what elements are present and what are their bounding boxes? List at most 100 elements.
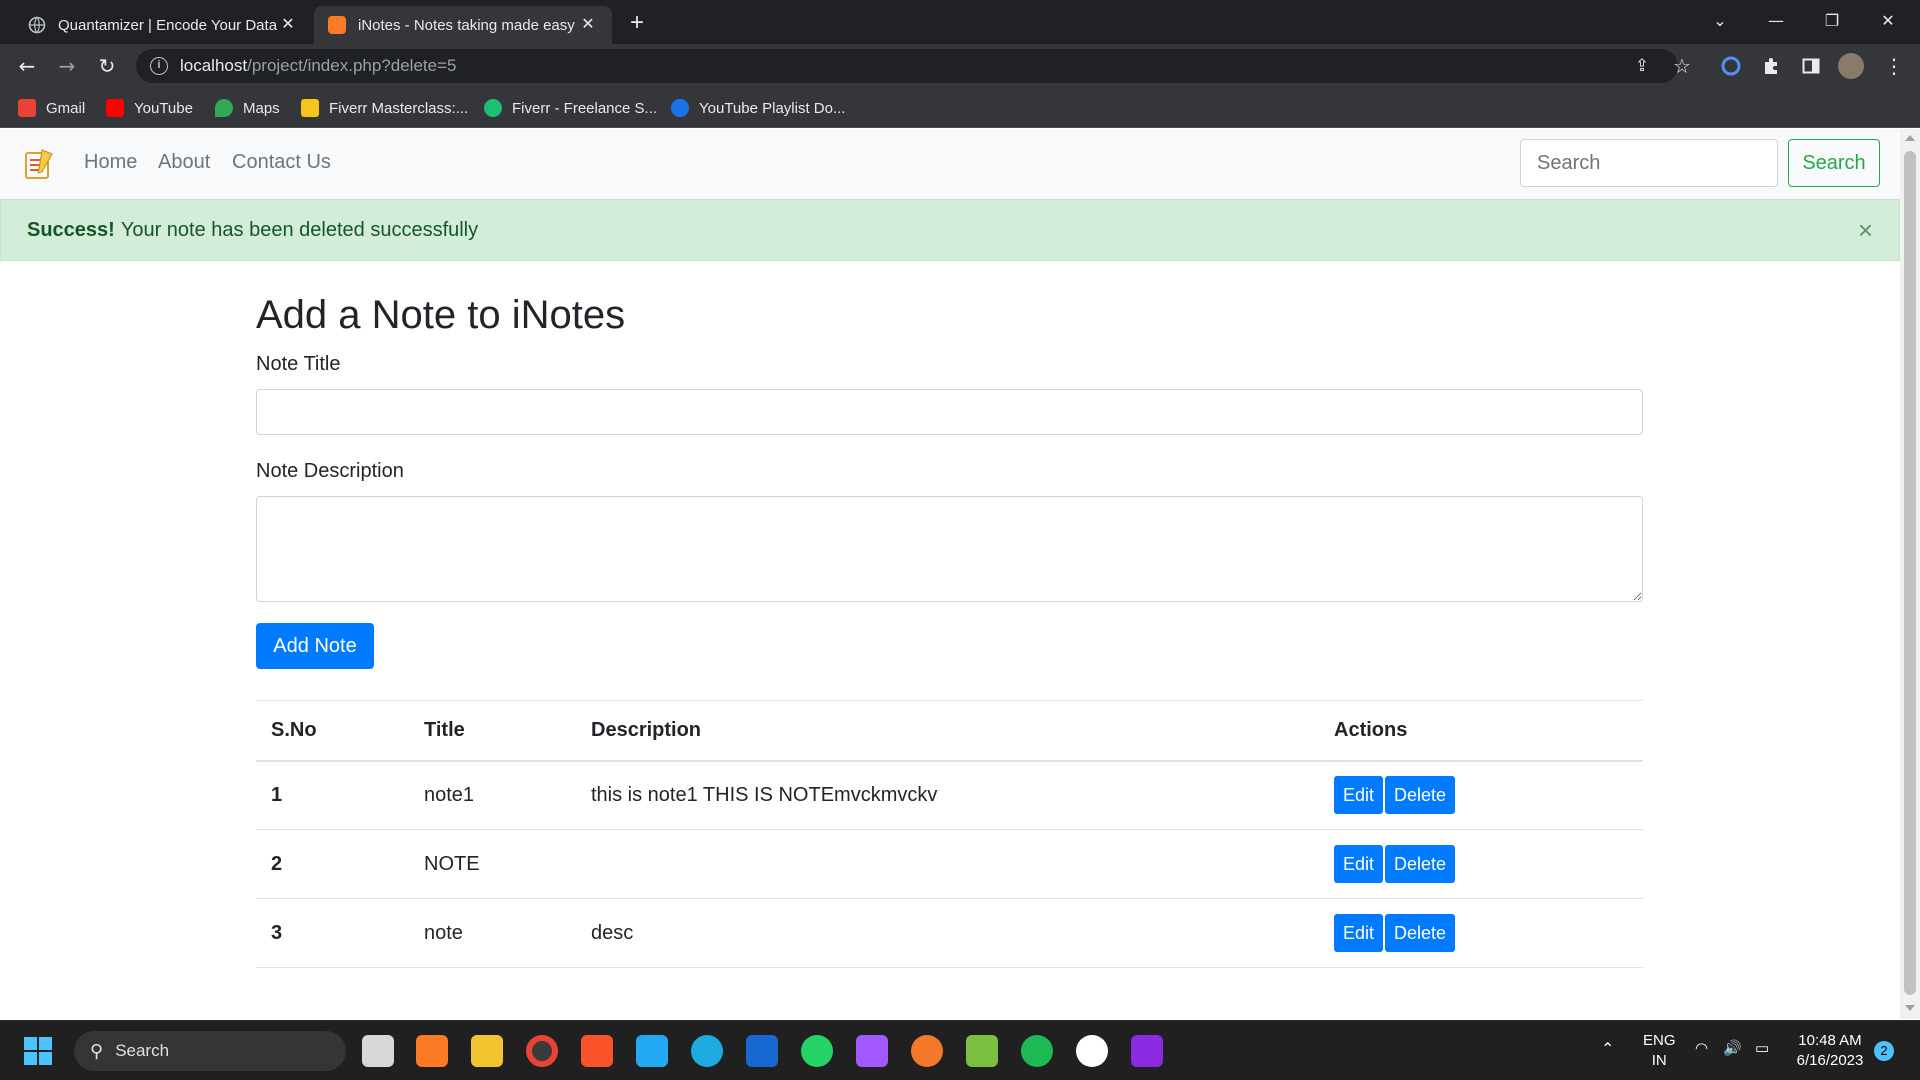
delete-button[interactable]: Delete: [1385, 914, 1456, 952]
close-icon[interactable]: ×: [1858, 216, 1873, 244]
alert-strong: Success!: [27, 218, 115, 241]
bookmark-youtube[interactable]: YouTube: [106, 96, 193, 120]
note-title-label: Note Title: [256, 353, 341, 375]
close-tab-icon[interactable]: ✕: [278, 15, 298, 35]
volume-icon[interactable]: 🔊: [1723, 1039, 1742, 1057]
scroll-up-icon[interactable]: [1905, 135, 1915, 141]
row-sno: 1: [256, 760, 409, 830]
youtube-icon: [106, 99, 124, 117]
edge-icon[interactable]: [691, 1035, 723, 1067]
extension-icon[interactable]: [1716, 51, 1746, 81]
xampp-icon[interactable]: [416, 1035, 448, 1067]
nav-home-link[interactable]: Home: [84, 151, 137, 174]
forward-icon[interactable]: →: [52, 51, 82, 81]
reload-icon[interactable]: ↻: [92, 51, 122, 81]
bookmark-star-icon[interactable]: ☆: [1667, 51, 1697, 81]
bookmark-gmail[interactable]: Gmail: [18, 96, 85, 120]
chrome-icon[interactable]: [526, 1035, 558, 1067]
language-indicator[interactable]: ENG IN: [1643, 1031, 1676, 1071]
windows-start-icon[interactable]: [24, 1037, 52, 1065]
fiverr-masterclass-icon: [301, 99, 319, 117]
file-explorer-icon[interactable]: [471, 1035, 503, 1067]
puzzle-icon[interactable]: [1756, 51, 1786, 81]
brave-icon[interactable]: [581, 1035, 613, 1067]
fiverr-icon: [484, 99, 502, 117]
bookmark-label: Gmail: [46, 99, 86, 117]
page-title: Add a Note to iNotes: [256, 293, 626, 337]
delete-button[interactable]: Delete: [1385, 776, 1456, 815]
table-row: 1 note1 this is note1 THIS IS NOTEmvckmv…: [256, 760, 1643, 830]
bookmark-fiverr-masterclass[interactable]: Fiverr Masterclass:...: [301, 96, 468, 120]
search-button[interactable]: Search: [1788, 139, 1880, 187]
add-note-button[interactable]: Add Note: [256, 623, 374, 669]
delete-button[interactable]: Delete: [1385, 845, 1456, 883]
site-info-icon[interactable]: i: [150, 57, 168, 75]
nav-about-link[interactable]: About: [158, 151, 210, 174]
clock-time: 10:48 AM: [1798, 1032, 1862, 1049]
sharkfin-app-icon[interactable]: [746, 1035, 778, 1067]
row-description: this is note1 THIS IS NOTEmvckmvckv: [576, 760, 1319, 830]
close-tab-icon[interactable]: ✕: [578, 15, 598, 35]
avatar[interactable]: [1836, 51, 1866, 81]
tab-title: iNotes - Notes taking made easy: [358, 16, 575, 34]
language-bottom: IN: [1651, 1052, 1667, 1069]
close-window-button[interactable]: ✕: [1860, 0, 1916, 40]
bookmark-fiverr[interactable]: Fiverr - Freelance S...: [484, 96, 657, 120]
note-title-field[interactable]: [256, 389, 1643, 435]
whatsapp-icon[interactable]: [801, 1035, 833, 1067]
scroll-down-icon[interactable]: [1905, 1005, 1915, 1011]
column-header-title[interactable]: Title: [409, 700, 576, 762]
share-icon[interactable]: ⇪: [1627, 51, 1657, 81]
vscode-icon[interactable]: [636, 1035, 668, 1067]
taskbar-search[interactable]: ⚲ Search: [74, 1031, 346, 1071]
table-row: 3 note desc Edit Delete: [256, 898, 1643, 968]
bookmark-youtube-playlist[interactable]: YouTube Playlist Do...: [671, 96, 845, 120]
restore-button[interactable]: ❐: [1804, 0, 1860, 40]
menu-icon[interactable]: ⋮: [1879, 51, 1909, 81]
back-icon[interactable]: ←: [12, 51, 42, 81]
column-header-sno[interactable]: S.No: [256, 700, 409, 762]
windows-taskbar: ⚲ Search ⌃ ENG IN ◠ 🔊 ▭ 10:48 AM 6/16/20…: [0, 1020, 1920, 1080]
row-description: desc: [576, 898, 1319, 968]
tab-title: Quantamizer | Encode Your Data: [58, 16, 278, 34]
search-input[interactable]: [1520, 139, 1778, 187]
tab-search-icon[interactable]: ⌄: [1692, 0, 1748, 40]
blender-icon[interactable]: [911, 1035, 943, 1067]
browser-toolbar: ← → ↻ i localhost/project/index.php?dele…: [0, 44, 1920, 88]
app-icon[interactable]: [1131, 1035, 1163, 1067]
notes-logo-icon[interactable]: [20, 146, 56, 182]
note-description-label: Note Description: [256, 460, 404, 482]
bookmark-label: Fiverr Masterclass:...: [329, 99, 469, 117]
tab-quantamizer[interactable]: Quantamizer | Encode Your Data ✕: [14, 6, 312, 44]
edit-button[interactable]: Edit: [1334, 776, 1384, 815]
table-row: 2 NOTE Edit Delete: [256, 829, 1643, 899]
page-scrollbar[interactable]: [1900, 129, 1920, 1019]
xampp-icon: [328, 16, 346, 34]
spotify-icon[interactable]: [1021, 1035, 1053, 1067]
app-icon[interactable]: [1076, 1035, 1108, 1067]
minimize-button[interactable]: —: [1748, 0, 1804, 40]
column-header-actions[interactable]: Actions: [1319, 700, 1643, 762]
note-description-field[interactable]: [256, 496, 1643, 602]
browser-tab-strip: Quantamizer | Encode Your Data ✕ iNotes …: [0, 0, 1920, 44]
battery-icon[interactable]: ▭: [1755, 1039, 1769, 1057]
notification-badge[interactable]: 2: [1874, 1041, 1894, 1061]
tab-inotes[interactable]: iNotes - Notes taking made easy ✕: [314, 6, 612, 44]
side-panel-icon[interactable]: [1796, 51, 1826, 81]
figma-icon[interactable]: [856, 1035, 888, 1067]
bluestacks-icon[interactable]: [966, 1035, 998, 1067]
nav-contact-link[interactable]: Contact Us: [232, 151, 331, 174]
globe-icon: [28, 16, 46, 34]
clock[interactable]: 10:48 AM 6/16/2023: [1790, 1031, 1870, 1071]
task-view-icon[interactable]: [362, 1035, 394, 1067]
column-header-description[interactable]: Description: [576, 700, 1319, 762]
bookmark-maps[interactable]: Maps: [215, 96, 280, 120]
new-tab-button[interactable]: +: [622, 8, 652, 38]
edit-button[interactable]: Edit: [1334, 845, 1384, 883]
table-header-row: S.No Title Description Actions: [256, 700, 1643, 762]
chevron-up-icon[interactable]: ⌃: [1601, 1039, 1614, 1059]
wifi-icon[interactable]: ◠: [1695, 1039, 1708, 1057]
scrollbar-thumb[interactable]: [1904, 151, 1916, 995]
address-bar[interactable]: i localhost/project/index.php?delete=5: [136, 49, 1678, 83]
edit-button[interactable]: Edit: [1334, 914, 1384, 952]
